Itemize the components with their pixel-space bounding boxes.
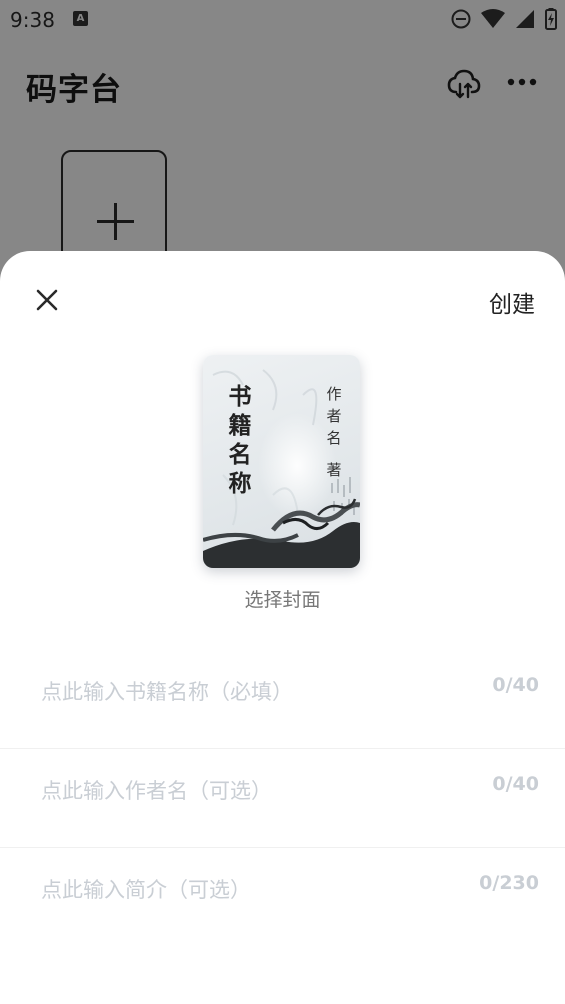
create-book-sheet: 创建 书籍名称 作者名 著 选择封面 点此输入书籍名称（必填） 0/40 点此输… xyxy=(0,251,565,1004)
close-button[interactable] xyxy=(30,283,64,317)
intro-counter: 0/230 xyxy=(479,872,539,894)
book-cover[interactable]: 书籍名称 作者名 著 xyxy=(203,355,360,568)
create-button[interactable]: 创建 xyxy=(489,285,535,319)
close-icon xyxy=(36,289,58,311)
author-name-counter: 0/40 xyxy=(492,773,539,795)
author-name-field[interactable]: 点此输入作者名（可选） 0/40 xyxy=(0,749,565,848)
book-name-counter: 0/40 xyxy=(492,674,539,696)
intro-placeholder: 点此输入简介（可选） xyxy=(41,878,251,902)
intro-field[interactable]: 点此输入简介（可选） 0/230 xyxy=(0,848,565,968)
cover-book-title: 书籍名称 xyxy=(228,384,252,497)
cover-author-name: 作者名 xyxy=(326,385,342,447)
book-name-placeholder: 点此输入书籍名称（必填） xyxy=(41,680,293,704)
cover-author-suffix: 著 xyxy=(326,461,342,479)
screen: 9:38 A 码字台 创建 书籍名称 作者名 著 选择封面 点此输入书籍名称（必… xyxy=(0,0,565,1004)
select-cover-label[interactable]: 选择封面 xyxy=(0,585,565,612)
book-name-field[interactable]: 点此输入书籍名称（必填） 0/40 xyxy=(0,650,565,749)
author-name-placeholder: 点此输入作者名（可选） xyxy=(41,779,272,803)
